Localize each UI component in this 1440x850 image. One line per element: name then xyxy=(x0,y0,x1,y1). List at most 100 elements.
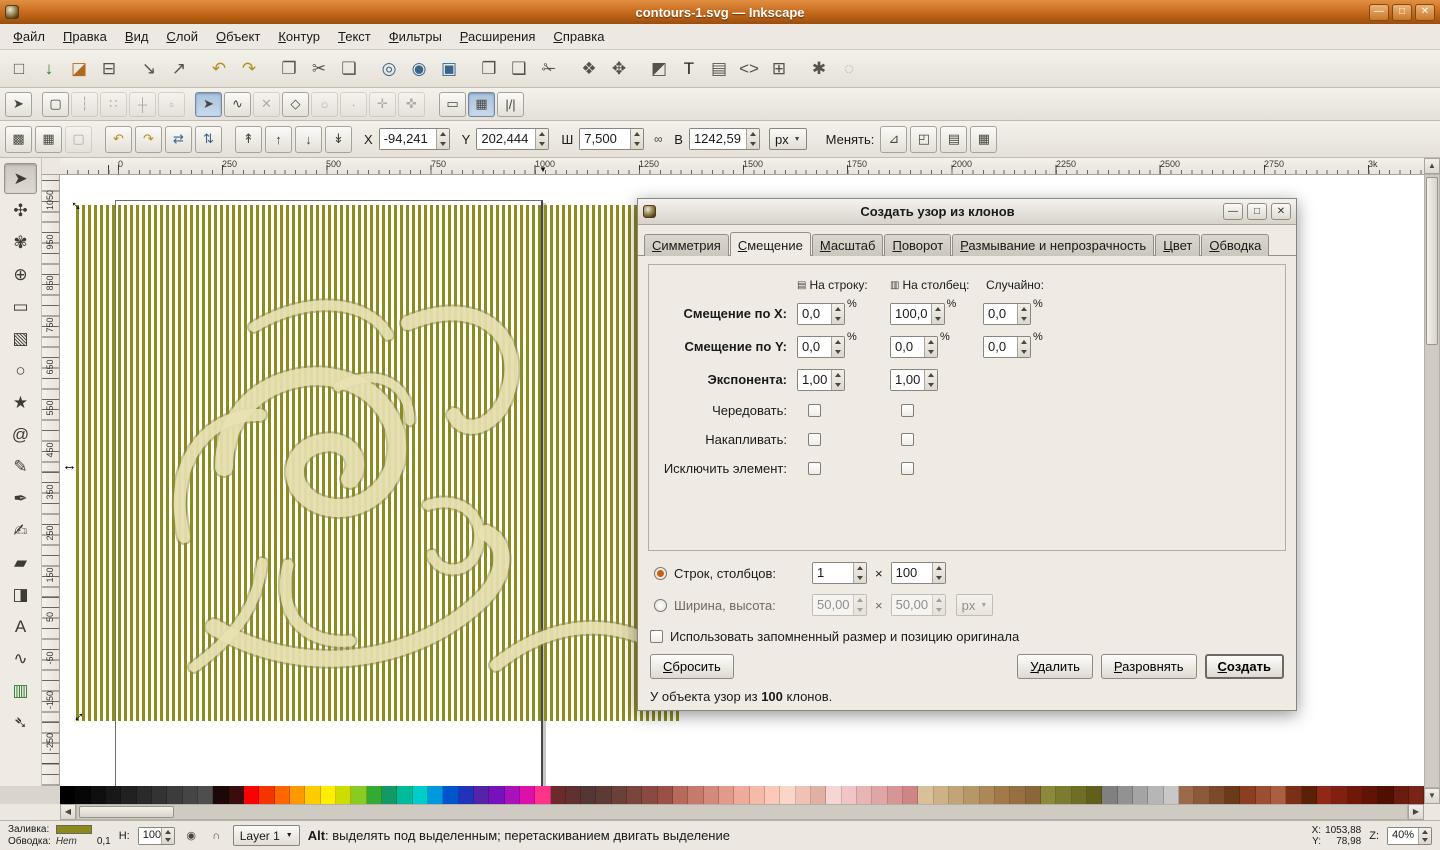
palette-swatch[interactable] xyxy=(734,786,750,804)
menu-item[interactable]: Вид xyxy=(116,25,158,48)
palette-swatch[interactable] xyxy=(1163,786,1179,804)
palette-swatch[interactable] xyxy=(228,786,244,804)
palette-swatch[interactable] xyxy=(872,786,888,804)
dialog-tab[interactable]: Поворот xyxy=(884,234,952,256)
palette-swatch[interactable] xyxy=(274,786,290,804)
save-document-button[interactable]: ◪ xyxy=(65,55,93,83)
opacity-input[interactable]: 100 xyxy=(137,826,175,845)
palette-swatch[interactable] xyxy=(1025,786,1041,804)
unlink-clone-button[interactable]: ✁ xyxy=(535,55,563,83)
layer-lock-toggle[interactable]: ∩ xyxy=(208,827,225,844)
palette-swatch[interactable] xyxy=(121,786,137,804)
fill-stroke-indicator[interactable]: Заливка: Обводка: Нет 0,1 xyxy=(8,824,111,847)
palette-swatch[interactable] xyxy=(1148,786,1164,804)
snap-grid-toggle[interactable]: ▦ xyxy=(468,91,495,117)
width-size-input[interactable]: 50,00 xyxy=(812,594,867,616)
palette-swatch[interactable] xyxy=(964,786,980,804)
palette-swatch[interactable] xyxy=(458,786,474,804)
palette-swatch[interactable] xyxy=(1240,786,1256,804)
selector-tool[interactable]: ➤ xyxy=(4,163,37,194)
palette-swatch[interactable] xyxy=(918,786,934,804)
palette-swatch[interactable] xyxy=(197,786,214,804)
palette-swatch[interactable] xyxy=(703,786,720,804)
connector-tool[interactable]: ∿ xyxy=(4,643,37,674)
palette-swatch[interactable] xyxy=(1362,786,1379,804)
palette-swatch[interactable] xyxy=(381,786,398,804)
use-saved-size-checkbox[interactable] xyxy=(650,629,663,643)
snap-paths-toggle[interactable]: ∿ xyxy=(224,91,251,117)
y-input[interactable]: 202,444 xyxy=(476,128,550,150)
menu-item[interactable]: Расширения xyxy=(451,25,545,48)
menu-item[interactable]: Правка xyxy=(54,25,116,48)
palette-swatch[interactable] xyxy=(887,786,904,804)
reset-button[interactable]: Сбросить xyxy=(650,654,734,679)
calligraphy-tool[interactable]: ✍ xyxy=(4,515,37,546)
snap-bbox-corners-toggle[interactable]: ∷ xyxy=(100,91,127,117)
window-maximize-button[interactable]: □ xyxy=(1392,3,1412,21)
import-button[interactable]: ↘ xyxy=(135,55,163,83)
select-all-layers-button[interactable]: ▦ xyxy=(35,125,62,153)
palette-swatch[interactable] xyxy=(949,786,965,804)
palette-swatch[interactable] xyxy=(412,786,428,804)
palette-swatch[interactable] xyxy=(75,786,91,804)
copy-button[interactable]: ❐ xyxy=(275,55,303,83)
palette-swatch[interactable] xyxy=(90,786,106,804)
shift-y-input[interactable]: 0,0 xyxy=(890,335,938,358)
palette-swatch[interactable] xyxy=(841,786,858,804)
node-tool[interactable]: ✣ xyxy=(4,195,37,226)
palette-swatch[interactable] xyxy=(519,786,536,804)
snap-guides-toggle[interactable]: |/| xyxy=(497,91,524,117)
ellipse-tool[interactable]: ○ xyxy=(4,355,37,386)
palette-swatch[interactable] xyxy=(995,786,1011,804)
palette-swatch[interactable] xyxy=(1178,786,1195,804)
print-document-button[interactable]: ⊟ xyxy=(95,55,123,83)
fill-color-swatch[interactable] xyxy=(55,825,92,834)
palette-swatch[interactable] xyxy=(903,786,919,804)
lock-width-height-toggle[interactable]: ∞ xyxy=(647,128,669,150)
raise-button[interactable]: ↑ xyxy=(265,125,292,153)
shift-y-input[interactable]: 0,0 xyxy=(797,335,845,358)
palette-swatch[interactable] xyxy=(1041,786,1057,804)
flip-horizontal-button[interactable]: ⇄ xyxy=(165,125,192,153)
menu-item[interactable]: Текст xyxy=(329,25,380,48)
tweak-tool[interactable]: ✾ xyxy=(4,227,37,258)
palette-swatch[interactable] xyxy=(749,786,766,804)
affect-scale-corners-toggle[interactable]: ◰ xyxy=(910,125,938,153)
xml-editor-button[interactable]: <> xyxy=(735,55,763,83)
palette-swatch[interactable] xyxy=(259,786,275,804)
window-minimize-button[interactable]: — xyxy=(1369,3,1389,21)
palette-swatch[interactable] xyxy=(1086,786,1103,804)
star-tool[interactable]: ★ xyxy=(4,387,37,418)
checkbox[interactable] xyxy=(808,404,821,417)
flip-vertical-button[interactable]: ⇅ xyxy=(195,125,222,153)
palette-swatch[interactable] xyxy=(1332,786,1348,804)
zoom-to-selection-button[interactable]: ◎ xyxy=(375,55,403,83)
new-document-button[interactable]: □ xyxy=(5,55,33,83)
palette-swatch[interactable] xyxy=(719,786,735,804)
text-tool[interactable]: A xyxy=(4,611,37,642)
eraser-tool[interactable]: ▰ xyxy=(4,547,37,578)
palette-swatch[interactable] xyxy=(289,786,306,804)
undo-button[interactable]: ↶ xyxy=(205,55,233,83)
palette-swatch[interactable] xyxy=(151,786,168,804)
dropper-tool[interactable]: ➴ xyxy=(4,707,37,738)
redo-button[interactable]: ↷ xyxy=(235,55,263,83)
menu-item[interactable]: Фильтры xyxy=(380,25,451,48)
palette-swatch[interactable] xyxy=(688,786,704,804)
vscroll-thumb[interactable] xyxy=(1426,177,1438,345)
affect-scale-stroke-toggle[interactable]: ⊿ xyxy=(880,125,908,153)
palette-swatch[interactable] xyxy=(765,786,781,804)
pencil-tool[interactable]: ✎ xyxy=(4,451,37,482)
palette-swatch[interactable] xyxy=(1270,786,1287,804)
checkbox[interactable] xyxy=(808,433,821,446)
snap-bbox-centers-toggle[interactable]: ▫ xyxy=(158,91,185,117)
palette-swatch[interactable] xyxy=(213,786,229,804)
raise-to-top-button[interactable]: ↟ xyxy=(235,125,262,153)
palette-swatch[interactable] xyxy=(335,786,352,804)
snap-smooth-nodes-toggle[interactable]: ○ xyxy=(311,91,338,117)
scroll-right-button[interactable]: ▶ xyxy=(1408,804,1424,820)
palette-swatch[interactable] xyxy=(1071,786,1087,804)
dialog-tab[interactable]: Цвет xyxy=(1155,234,1201,256)
export-button[interactable]: ↗ xyxy=(165,55,193,83)
palette-swatch[interactable] xyxy=(565,786,582,804)
